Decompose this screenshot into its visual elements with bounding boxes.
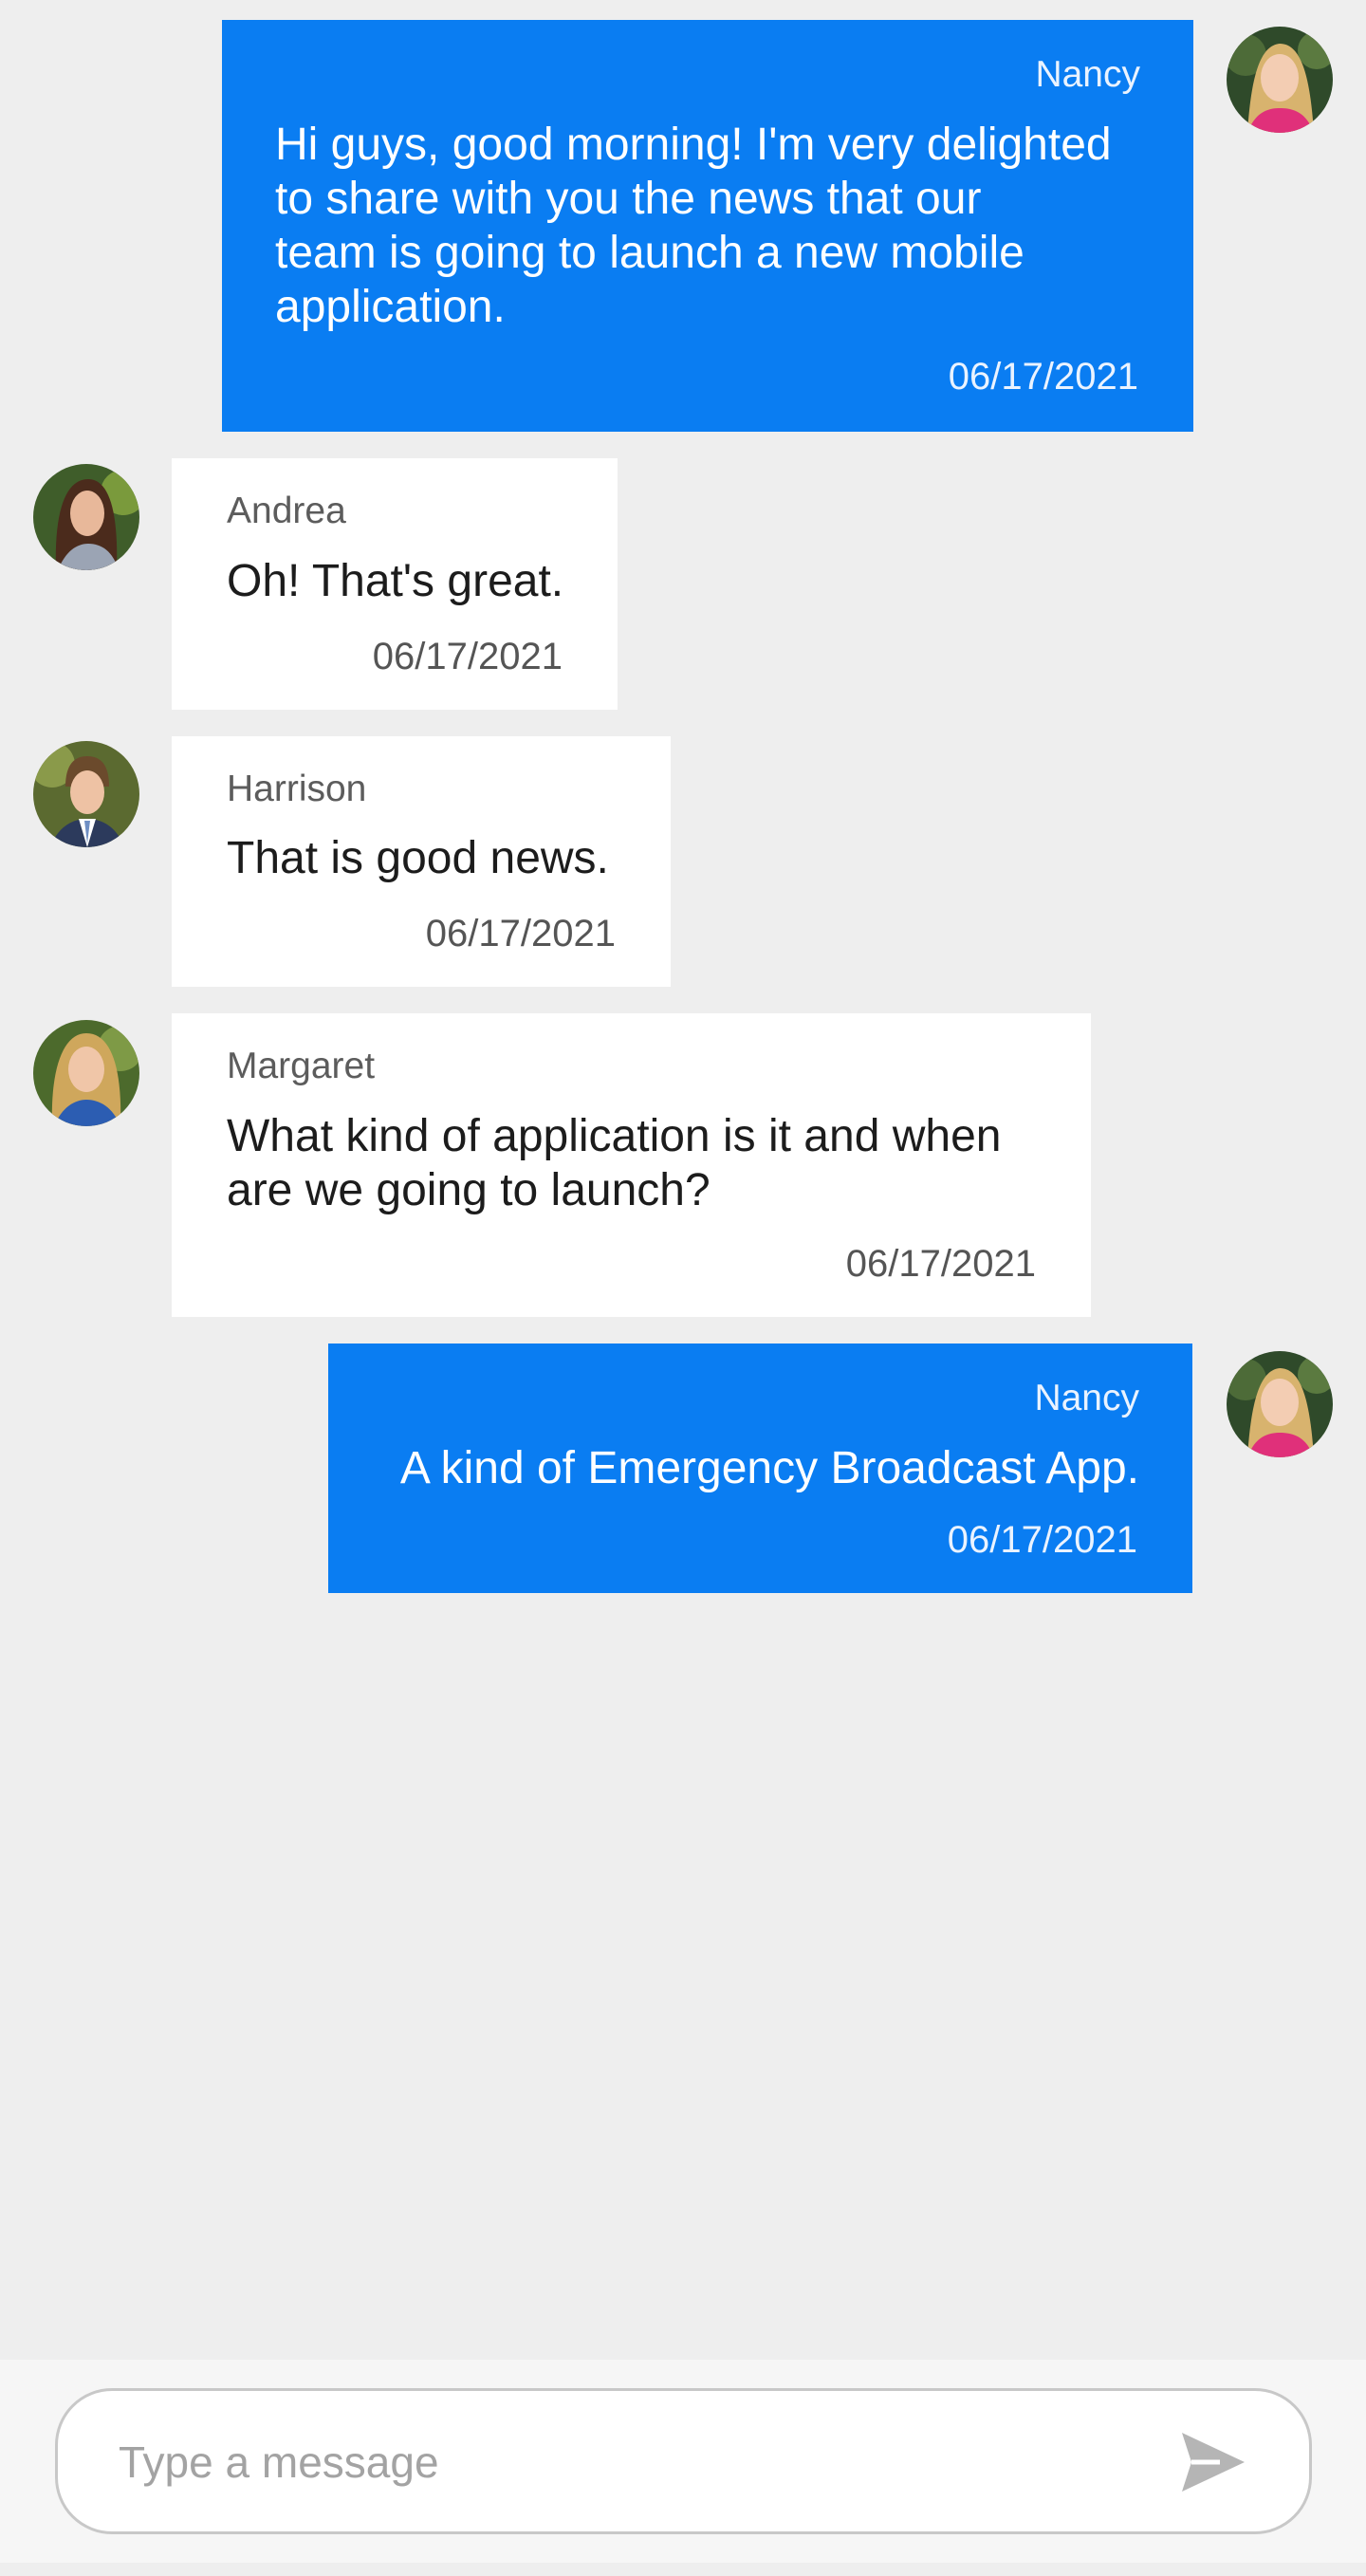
nancy-avatar-icon[interactable]	[1227, 1351, 1333, 1457]
nancy-avatar-icon[interactable]	[1227, 27, 1333, 133]
message-timestamp: 06/17/2021	[372, 636, 563, 677]
message-bubble: Harrison That is good news. 06/17/2021	[172, 736, 671, 987]
message-composer	[0, 2360, 1366, 2563]
message-author: Margaret	[227, 1046, 376, 1086]
message-input-container[interactable]	[55, 2388, 1312, 2534]
margaret-avatar-icon[interactable]	[33, 1020, 139, 1126]
message-text: A kind of Emergency Broadcast App.	[399, 1443, 1139, 1493]
message-author: Andrea	[227, 491, 346, 531]
send-icon	[1182, 2433, 1245, 2492]
message-bubble: Nancy A kind of Emergency Broadcast App.…	[328, 1344, 1192, 1593]
message-text: What kind of application is it and when …	[227, 1111, 1002, 1215]
andrea-avatar-icon[interactable]	[33, 464, 139, 570]
message-input[interactable]	[119, 2419, 1115, 2505]
message-text: Oh! That's great.	[227, 556, 564, 606]
harrison-avatar-icon[interactable]	[33, 741, 139, 847]
message-author: Nancy	[1034, 1378, 1139, 1418]
chat-screen: Nancy Hi guys, good morning! I'm very de…	[0, 0, 1366, 2576]
message-timestamp: 06/17/2021	[947, 1519, 1137, 1561]
message-author: Harrison	[227, 769, 367, 809]
message-bubble: Andrea Oh! That's great. 06/17/2021	[172, 458, 618, 710]
message-text: Hi guys, good morning! I'm very delighte…	[275, 120, 1112, 332]
send-button[interactable]	[1178, 2429, 1248, 2495]
message-bubble: Margaret What kind of application is it …	[172, 1013, 1091, 1317]
message-author: Nancy	[1035, 54, 1140, 95]
message-text: That is good news.	[227, 833, 609, 883]
message-timestamp: 06/17/2021	[948, 356, 1138, 398]
message-timestamp: 06/17/2021	[845, 1243, 1036, 1285]
message-bubble: Nancy Hi guys, good morning! I'm very de…	[222, 20, 1193, 432]
message-timestamp: 06/17/2021	[425, 913, 616, 954]
